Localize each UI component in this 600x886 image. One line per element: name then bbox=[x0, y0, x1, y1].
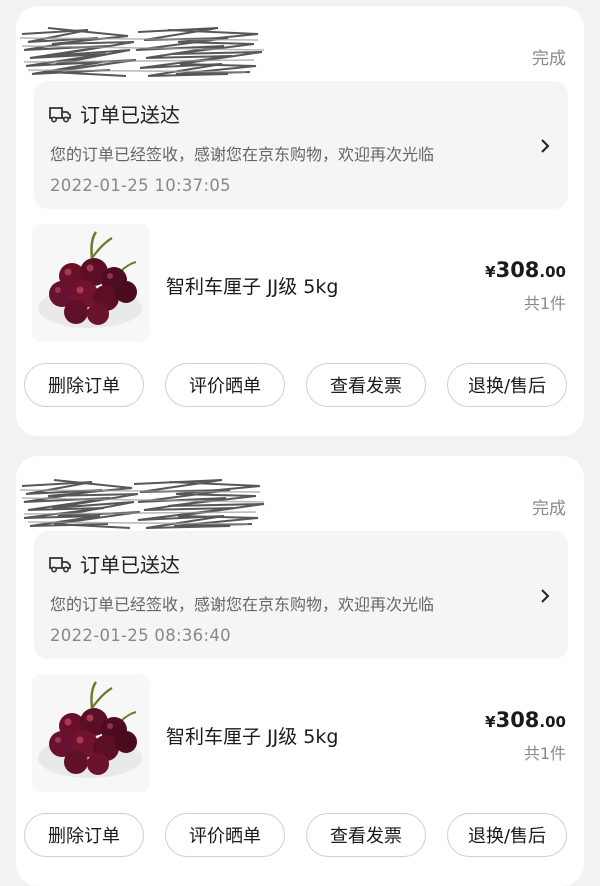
tracking-description: 您的订单已经签收，感谢您在京东购物，欢迎再次光临 bbox=[50, 145, 435, 164]
tracking-title-row: 订单已送达 bbox=[48, 549, 180, 578]
return-service-button[interactable]: 退换/售后 bbox=[447, 813, 567, 857]
price-integer: 308 bbox=[495, 258, 540, 282]
tracking-title: 订单已送达 bbox=[80, 553, 180, 577]
product-thumbnail[interactable] bbox=[32, 224, 150, 342]
product-quantity: 共1件 bbox=[523, 744, 566, 763]
delivery-truck-icon bbox=[49, 556, 71, 573]
order-status: 完成 bbox=[532, 499, 566, 519]
order-actions: 删除订单 评价晒单 查看发票 退换/售后 bbox=[24, 813, 576, 859]
product-price: ¥308.00 bbox=[485, 708, 566, 732]
price-decimal: .00 bbox=[539, 713, 566, 731]
tracking-time: 2022-01-25 08:36:40 bbox=[50, 626, 231, 645]
view-invoice-button[interactable]: 查看发票 bbox=[306, 813, 426, 857]
chevron-right-icon[interactable] bbox=[538, 137, 552, 155]
tracking-time: 2022-01-25 10:37:05 bbox=[50, 176, 231, 195]
delete-order-button[interactable]: 删除订单 bbox=[24, 363, 144, 407]
order-actions: 删除订单 评价晒单 查看发票 退换/售后 bbox=[24, 363, 576, 409]
tracking-title: 订单已送达 bbox=[80, 103, 180, 127]
redacted-shop-name-scribble bbox=[19, 479, 265, 529]
product-name[interactable]: 智利车厘子 JJ级 5kg bbox=[166, 722, 338, 749]
chevron-right-icon[interactable] bbox=[538, 587, 552, 605]
view-invoice-button[interactable]: 查看发票 bbox=[306, 363, 426, 407]
review-order-button[interactable]: 评价晒单 bbox=[165, 813, 285, 857]
price-currency: ¥ bbox=[485, 713, 496, 731]
review-order-button[interactable]: 评价晒单 bbox=[165, 363, 285, 407]
tracking-description: 您的订单已经签收，感谢您在京东购物，欢迎再次光临 bbox=[50, 595, 435, 614]
tracking-panel[interactable]: 订单已送达 您的订单已经签收，感谢您在京东购物，欢迎再次光临 2022-01-2… bbox=[34, 81, 568, 209]
return-service-button[interactable]: 退换/售后 bbox=[447, 363, 567, 407]
product-quantity: 共1件 bbox=[523, 294, 566, 313]
price-integer: 308 bbox=[495, 708, 540, 732]
order-card[interactable]: 完成 订单已送达 您的订单已经签收，感谢您在京东购物，欢迎再次光临 2022-0… bbox=[16, 6, 584, 436]
product-name[interactable]: 智利车厘子 JJ级 5kg bbox=[166, 272, 338, 299]
price-decimal: .00 bbox=[539, 263, 566, 281]
delivery-truck-icon bbox=[49, 106, 71, 123]
order-card[interactable]: 完成 订单已送达 您的订单已经签收，感谢您在京东购物，欢迎再次光临 2022-0… bbox=[16, 456, 584, 886]
order-status: 完成 bbox=[532, 49, 566, 69]
cherries-image bbox=[38, 681, 142, 778]
product-thumbnail[interactable] bbox=[32, 674, 150, 792]
tracking-panel[interactable]: 订单已送达 您的订单已经签收，感谢您在京东购物，欢迎再次光临 2022-01-2… bbox=[34, 531, 568, 659]
tracking-title-row: 订单已送达 bbox=[48, 99, 180, 128]
product-price: ¥308.00 bbox=[485, 258, 566, 282]
cherries-image bbox=[38, 231, 142, 328]
delete-order-button[interactable]: 删除订单 bbox=[24, 813, 144, 857]
redacted-shop-name-scribble bbox=[19, 27, 265, 77]
price-currency: ¥ bbox=[485, 263, 496, 281]
